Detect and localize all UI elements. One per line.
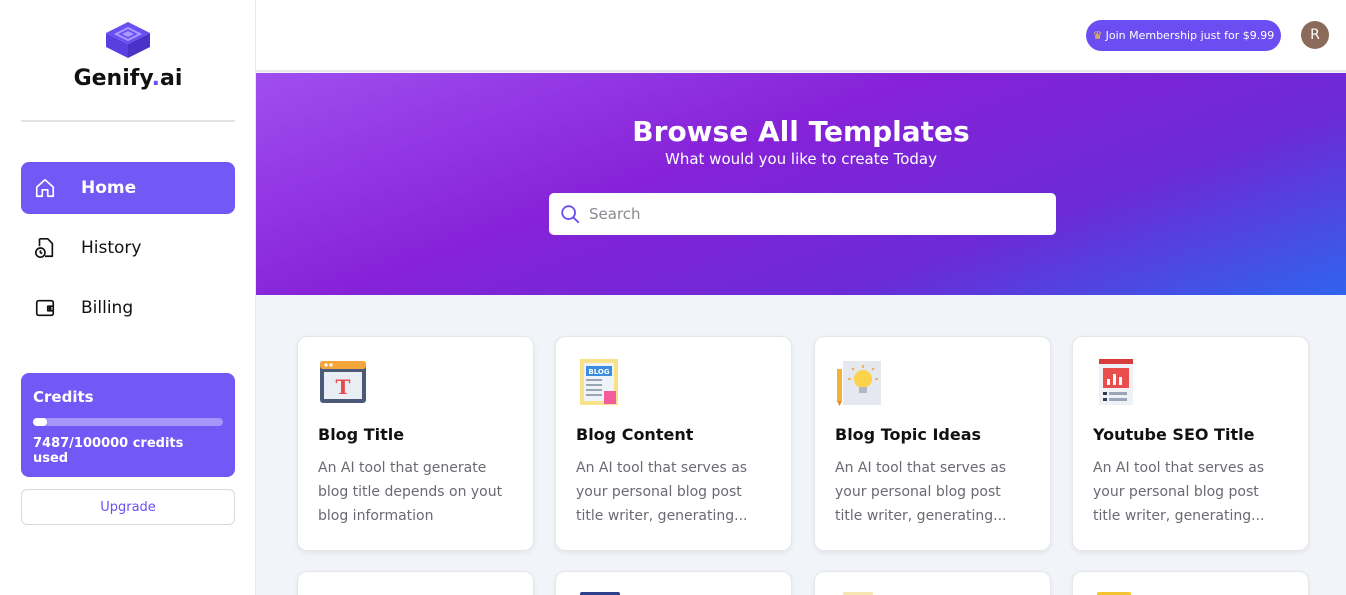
sidebar-item-label: Home xyxy=(81,178,137,198)
credits-progress-fill xyxy=(33,418,48,426)
svg-text:T: T xyxy=(336,375,351,399)
membership-label: Join Membership just for $9.99 xyxy=(1105,29,1275,42)
wallet-icon xyxy=(33,296,57,320)
credits-used-text: 7487/100000 credits used xyxy=(33,436,184,466)
top-bar: ♛ Join Membership just for $9.99 R xyxy=(256,0,1346,72)
layers-logo-icon xyxy=(106,22,150,58)
svg-text:BLOG: BLOG xyxy=(588,368,609,376)
template-card-youtube-seo-title[interactable]: Youtube SEO Title An AI tool that serves… xyxy=(1072,336,1309,551)
card-description: An AI tool that serves as your personal … xyxy=(1093,460,1265,524)
hero-banner: Browse All Templates What would you like… xyxy=(256,73,1346,295)
credits-title: Credits xyxy=(33,388,94,406)
card-description: An AI tool that serves as your personal … xyxy=(576,460,748,524)
template-card[interactable] xyxy=(814,571,1051,595)
sidebar-item-home[interactable]: Home xyxy=(21,162,235,214)
template-card[interactable] xyxy=(1072,571,1309,595)
history-file-icon xyxy=(33,236,57,260)
seo-report-icon xyxy=(1099,359,1133,405)
blog-document-icon: BLOG xyxy=(580,359,618,405)
template-card-blog-content[interactable]: BLOG Blog Content An AI tool that serves… xyxy=(555,336,792,551)
card-title: Blog Topic Ideas xyxy=(835,425,982,444)
logo[interactable]: Genify.ai xyxy=(0,18,256,91)
brand-name: Genify.ai xyxy=(73,66,183,91)
join-membership-button[interactable]: ♛ Join Membership just for $9.99 xyxy=(1086,20,1281,51)
sidebar-item-billing[interactable]: Billing xyxy=(21,282,235,334)
card-description: An AI tool that generate blog title depe… xyxy=(318,460,503,524)
sidebar-divider xyxy=(21,120,235,122)
home-icon xyxy=(33,176,57,200)
crown-icon: ♛ xyxy=(1092,29,1103,42)
page-title: Browse All Templates xyxy=(632,115,970,148)
upgrade-button[interactable]: Upgrade xyxy=(21,489,235,525)
search-bar[interactable] xyxy=(549,193,1056,235)
card-title: Youtube SEO Title xyxy=(1093,425,1255,444)
credits-card: Credits 7487/100000 credits used xyxy=(21,373,235,477)
template-card[interactable] xyxy=(555,571,792,595)
template-card-blog-title[interactable]: T Blog Title An AI tool that generate bl… xyxy=(297,336,534,551)
search-input[interactable] xyxy=(589,205,1029,223)
template-card-blog-topic-ideas[interactable]: Blog Topic Ideas An AI tool that serves … xyxy=(814,336,1051,551)
card-description: An AI tool that serves as your personal … xyxy=(835,460,1007,524)
card-title: Blog Title xyxy=(318,425,405,444)
lightbulb-idea-icon xyxy=(837,361,881,406)
sidebar-item-label: Billing xyxy=(81,298,134,318)
browser-text-icon: T xyxy=(320,361,366,403)
template-card[interactable] xyxy=(297,571,534,595)
card-title: Blog Content xyxy=(576,425,694,444)
page-subtitle: What would you like to create Today xyxy=(665,150,937,168)
sidebar: Genify.ai Home History Billing Credits 7… xyxy=(0,0,256,595)
sidebar-item-label: History xyxy=(81,238,142,258)
credits-progress-bar xyxy=(33,418,223,426)
search-icon xyxy=(561,205,580,224)
sidebar-item-history[interactable]: History xyxy=(21,222,235,274)
avatar[interactable]: R xyxy=(1301,21,1329,49)
